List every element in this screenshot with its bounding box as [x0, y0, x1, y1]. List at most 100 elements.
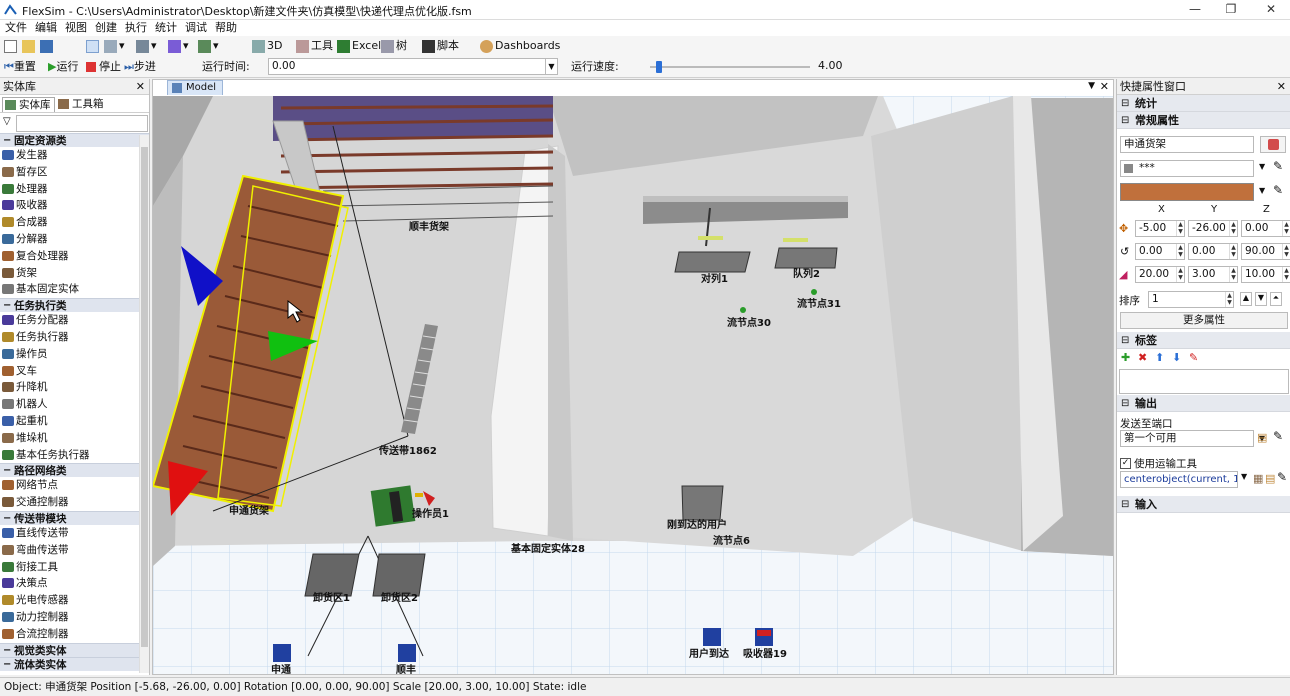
run-button[interactable]: ▶运行 [48, 60, 78, 74]
move-up-label-icon[interactable]: ⬆ [1155, 351, 1164, 364]
speed-slider-thumb[interactable] [656, 61, 663, 73]
library-item[interactable]: 基本任务执行器 [0, 447, 149, 464]
library-item[interactable]: 任务执行器 [0, 329, 149, 346]
section-statistics[interactable]: 统计 [1117, 95, 1290, 112]
menu-help[interactable]: 帮助 [215, 20, 237, 36]
section-output[interactable]: 输出 [1117, 395, 1290, 412]
position-y-spinner[interactable]: ▲ ▼ [1229, 221, 1237, 236]
library-item[interactable]: 弯曲传送带 [0, 542, 149, 559]
library-item[interactable]: 分解器 [0, 231, 149, 248]
open-folder-icon[interactable] [22, 39, 37, 53]
stop-button[interactable]: 停止 [86, 60, 121, 74]
sort-down-icon[interactable]: ▼ [1255, 292, 1267, 306]
library-item[interactable]: 起重机 [0, 413, 149, 430]
speed-slider[interactable] [650, 61, 810, 73]
sort-field[interactable]: 1 ▲ ▼ [1148, 291, 1234, 308]
library-item[interactable]: 衔接工具 [0, 559, 149, 576]
position-y-field[interactable]: -26.00 ▲ ▼ [1188, 220, 1238, 237]
library-item[interactable]: 交通控制器 [0, 494, 149, 511]
library-category[interactable]: 固定资源类 [0, 133, 149, 148]
transport-expression-field[interactable]: centerobject(current, 1) [1120, 471, 1238, 488]
send-to-port-select[interactable]: 第一个可用 ▼ [1120, 430, 1265, 447]
tab-model[interactable]: Model [167, 80, 224, 95]
3d-scene[interactable]: 顺丰货架 申通货架 传送带1862 操作员1 对列1 队列2 流节点30 流节点… [153, 96, 1113, 674]
source-shentong-3d[interactable] [273, 644, 291, 662]
size-z-spinner[interactable]: ▲ ▼ [1282, 267, 1290, 282]
section-general[interactable]: 常规属性 [1117, 112, 1290, 129]
color-eyedropper-icon[interactable]: ✎ [1273, 183, 1283, 197]
library-item[interactable]: 决策点 [0, 575, 149, 592]
shape-dropdown-icon[interactable]: ▼ [1259, 162, 1265, 171]
menu-edit[interactable]: 编辑 [35, 20, 57, 36]
viewport-menu-icon[interactable]: ▼ [1088, 81, 1095, 91]
menu-execute[interactable]: 执行 [125, 20, 147, 36]
quick-close-icon[interactable]: ✕ [1277, 79, 1286, 95]
library-item[interactable]: 叉车 [0, 363, 149, 380]
close-window-icon[interactable]: ✕ [1256, 2, 1286, 18]
library-item[interactable]: 升降机 [0, 379, 149, 396]
viewport-close-icon[interactable]: ✕ [1100, 80, 1109, 93]
library-item[interactable]: 网络节点 [0, 477, 149, 494]
library-category[interactable]: 视觉类实体 [0, 642, 149, 658]
size-x-field[interactable]: 20.00 ▲ ▼ [1135, 266, 1185, 283]
rotation-x-spinner[interactable]: ▲ ▼ [1176, 244, 1184, 259]
script-button[interactable]: 脚本 [422, 39, 459, 53]
connect-mode-icon[interactable]: ▾ [104, 39, 125, 53]
section-labels[interactable]: 标签 [1117, 332, 1290, 349]
restore-icon[interactable]: ❐ [1216, 2, 1246, 18]
library-item[interactable]: 处理器 [0, 181, 149, 198]
step-button[interactable]: ⏭步进 [124, 60, 156, 74]
library-item[interactable]: 操作员 [0, 346, 149, 363]
transport-template-icon[interactable]: ▦ [1253, 472, 1263, 485]
minimize-icon[interactable]: — [1180, 2, 1210, 18]
dashboards-button[interactable]: Dashboards [480, 39, 560, 53]
library-item[interactable]: 任务分配器 [0, 312, 149, 329]
color-mode-icon[interactable]: ▾ [168, 39, 189, 53]
runtime-dropdown-icon[interactable]: ▼ [545, 59, 557, 74]
library-item[interactable]: 发生器 [0, 147, 149, 164]
library-category[interactable]: 任务执行类 [0, 298, 149, 313]
excel-button[interactable]: Excel [337, 39, 381, 53]
library-item[interactable]: 货架 [0, 265, 149, 282]
object-name-field[interactable]: 申通货架 [1120, 136, 1254, 153]
transport-eyedropper-icon[interactable]: ✎ [1277, 470, 1287, 484]
position-z-field[interactable]: 0.00 ▲ ▼ [1241, 220, 1290, 237]
shape-eyedropper-icon[interactable]: ✎ [1273, 159, 1283, 173]
library-scrollbar[interactable] [139, 135, 149, 673]
menu-debug[interactable]: 调试 [185, 20, 207, 36]
model-viewport[interactable]: Model ▼ ✕ 顺丰货架 申通货架 传送带1862 操作员1 对列1 队列2… [152, 79, 1114, 675]
save-icon[interactable] [40, 39, 55, 53]
reset-button[interactable]: ⏮重置 [4, 60, 36, 74]
library-item[interactable]: 合成器 [0, 214, 149, 231]
menu-view[interactable]: 视图 [65, 20, 87, 36]
library-item[interactable]: 吸收器 [0, 197, 149, 214]
object-shape-button[interactable] [1260, 136, 1286, 153]
tab-toolbox[interactable]: 工具箱 [56, 97, 107, 112]
source-shunfeng-3d[interactable] [398, 644, 416, 662]
move-down-label-icon[interactable]: ⬇ [1172, 351, 1181, 364]
section-input[interactable]: 输入 [1117, 496, 1290, 513]
position-z-spinner[interactable]: ▲ ▼ [1282, 221, 1290, 236]
runtime-field[interactable]: 0.00 ▼ [268, 58, 558, 75]
rotation-z-spinner[interactable]: ▲ ▼ [1282, 244, 1290, 259]
library-item[interactable]: 堆垛机 [0, 430, 149, 447]
rotation-y-spinner[interactable]: ▲ ▼ [1229, 244, 1237, 259]
library-item[interactable]: 光电传感器 [0, 592, 149, 609]
library-search-input[interactable] [16, 115, 148, 132]
color-swatch[interactable] [1120, 183, 1254, 201]
new-file-icon[interactable] [4, 39, 19, 53]
color-dropdown-icon[interactable]: ▼ [1259, 186, 1265, 195]
view-mode-icon[interactable]: ▾ [198, 39, 219, 53]
shape-select[interactable]: *** [1120, 160, 1254, 177]
transport-edit-icon[interactable]: ▤ [1265, 472, 1275, 485]
delete-label-icon[interactable]: ✖ [1138, 351, 1147, 364]
library-item[interactable]: 机器人 [0, 396, 149, 413]
library-item[interactable]: 复合处理器 [0, 248, 149, 265]
send-to-port-edit-icon[interactable]: ▤ [1257, 431, 1267, 444]
user-arrival-3d[interactable] [703, 628, 721, 646]
size-x-spinner[interactable]: ▲ ▼ [1176, 267, 1184, 282]
rotation-z-field[interactable]: 90.00 ▲ ▼ [1241, 243, 1290, 260]
sort-spinner[interactable]: ▲ ▼ [1225, 292, 1233, 307]
more-properties-button[interactable]: 更多属性 [1120, 312, 1288, 329]
use-transport-checkbox[interactable]: ✓ [1120, 458, 1131, 469]
